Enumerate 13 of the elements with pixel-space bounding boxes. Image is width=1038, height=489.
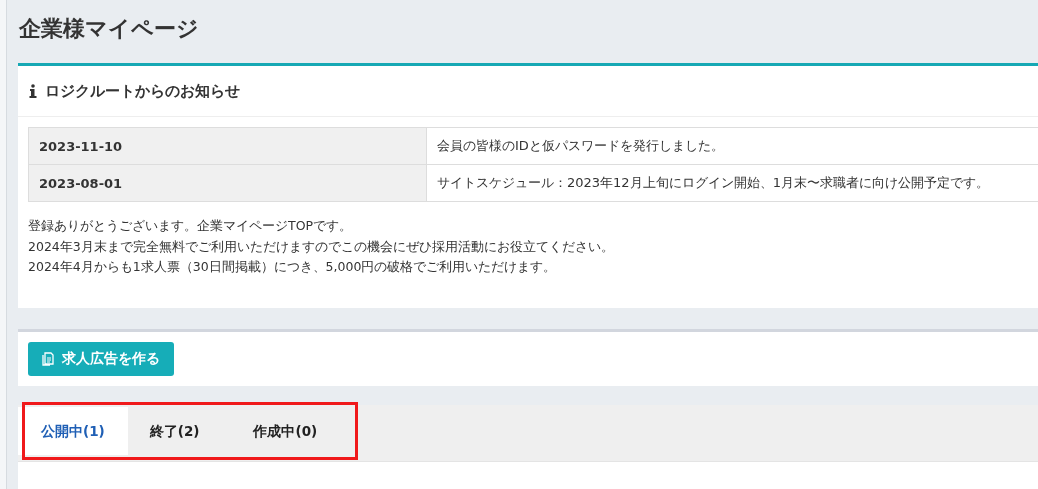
- tab[interactable]: 公開中(1): [18, 406, 128, 455]
- tab[interactable]: 作成中(0): [221, 406, 332, 455]
- date-cell: 2023-08-01: [28, 164, 427, 202]
- notice-text: 登録ありがとうございます。企業マイページTOPです。: [28, 217, 353, 235]
- message-cell: 会員の皆様のIDと仮パスワードを発行しました。: [426, 127, 1038, 165]
- notice-title: ロジクルートからのお知らせ: [45, 81, 240, 101]
- page-title: 企業様マイページ: [18, 15, 200, 43]
- document-icon: [42, 351, 54, 366]
- info-icon: [29, 84, 37, 98]
- date-cell: 2023-11-10: [28, 127, 427, 165]
- notice-text: 2024年3月末まで完全無料でご利用いただけますのでこの機会にぜひ採用活動にお役立てください。: [28, 237, 615, 256]
- notice-text: 2024年4月からも1求人票（30日間掲載）につき、5,000円の破格でご利用いただけます。: [28, 258, 558, 276]
- tab[interactable]: 終了(2): [127, 406, 222, 455]
